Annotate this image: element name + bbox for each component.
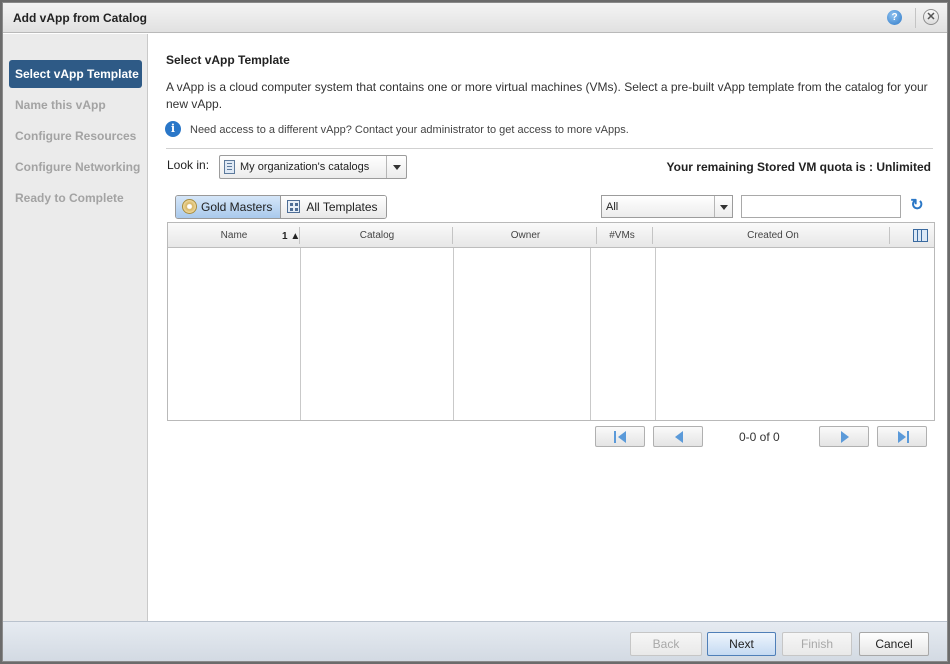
disc-icon [182,199,197,214]
previous-page-icon [672,431,686,443]
column-separator [452,227,453,244]
filter-dropdown-button[interactable] [714,196,732,217]
info-icon: i [165,121,181,137]
filter-dropdown[interactable]: All [601,195,733,218]
main-panel: Select vApp Template A vApp is a cloud c… [149,34,947,621]
template-type-toggle: Gold Masters All Templates [175,195,387,219]
column-chooser-icon[interactable] [913,229,928,242]
column-divider [590,248,591,420]
info-text: Need access to a different vApp? Contact… [190,124,629,136]
step-configure-resources: Configure Resources [15,129,137,143]
last-page-button[interactable] [877,426,927,447]
all-templates-button[interactable]: All Templates [280,196,386,218]
pager-status: 0-0 of 0 [739,430,780,444]
templates-table: Name 1 ▲ Catalog Owner #VMs Created On [167,222,935,421]
next-page-button[interactable] [819,426,869,447]
title-bar: Add vApp from Catalog ? ✕ [3,3,947,33]
wizard-footer: Back Next Finish Cancel [3,621,947,661]
title-separator [915,8,916,28]
filter-value: All [606,201,619,213]
back-button[interactable]: Back [630,632,702,656]
step-configure-networking: Configure Networking [15,160,141,174]
gold-masters-button[interactable]: Gold Masters [176,196,281,218]
next-button[interactable]: Next [707,632,776,656]
step-ready-to-complete: Ready to Complete [15,191,124,205]
next-page-icon [838,431,852,443]
previous-page-button[interactable] [653,426,703,447]
column-label: Name [220,230,248,241]
last-page-icon [896,431,910,443]
first-page-icon [614,431,628,443]
all-templates-label: All Templates [306,200,378,214]
column-divider [453,248,454,420]
page-description: A vApp is a cloud computer system that c… [166,80,928,111]
column-header-name[interactable]: Name [168,223,300,248]
dropdown-button[interactable] [386,156,406,178]
column-separator [652,227,653,244]
column-label: Created On [747,230,799,241]
look-in-value: My organization's catalogs [240,161,370,173]
dialog-title: Add vApp from Catalog [13,11,147,25]
step-select-vapp-template[interactable]: Select vApp Template [9,60,142,88]
close-icon[interactable]: ✕ [923,9,939,25]
column-label: #VMs [609,230,635,241]
quota-text: Your remaining Stored VM quota is : Unli… [666,160,931,174]
refresh-icon[interactable]: ↻ [909,198,925,214]
column-header-catalog[interactable]: Catalog [301,223,453,248]
finish-button[interactable]: Finish [782,632,852,656]
chevron-down-icon [393,165,401,170]
column-header-created-on[interactable]: Created On [656,223,890,248]
cancel-button[interactable]: Cancel [859,632,929,656]
divider [166,148,933,149]
gold-masters-label: Gold Masters [201,200,273,214]
chevron-down-icon [720,205,728,210]
column-separator [889,227,890,244]
column-label: Catalog [359,230,395,241]
table-header: Name 1 ▲ Catalog Owner #VMs Created On [168,223,934,248]
templates-icon [287,200,301,213]
look-in-label: Look in: [167,158,210,172]
look-in-dropdown[interactable]: My organization's catalogs [219,155,407,179]
step-name-this-vapp: Name this vApp [15,98,106,112]
search-input[interactable] [741,195,901,218]
help-icon[interactable]: ? [887,10,902,25]
first-page-button[interactable] [595,426,645,447]
page-title: Select vApp Template [166,53,290,67]
add-vapp-dialog: Add vApp from Catalog ? ✕ Select vApp Te… [2,2,948,662]
sort-indicator[interactable]: 1 ▲ [282,231,300,242]
column-header-vms[interactable]: #VMs [591,223,653,248]
column-divider [300,248,301,420]
catalog-icon [224,160,235,174]
column-header-owner[interactable]: Owner [454,223,597,248]
column-label: Owner [510,230,541,241]
column-divider [655,248,656,420]
wizard-steps: Select vApp Template Name this vApp Conf… [3,34,148,621]
